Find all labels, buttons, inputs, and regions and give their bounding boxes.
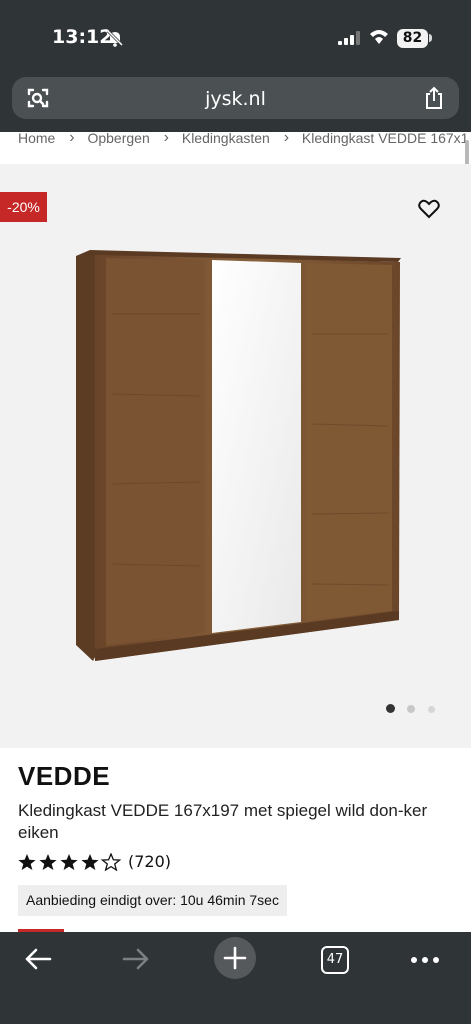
breadcrumb-home[interactable]: Home [18,130,55,146]
status-time: 13:12 [52,26,113,48]
carousel-dot[interactable] [428,706,435,713]
plus-icon[interactable] [213,936,257,980]
breadcrumb: Home › Opbergen › Kledingkasten › Kledin… [18,130,471,164]
review-count[interactable]: (720) [128,852,171,871]
address-bar[interactable]: jysk.nl [12,77,459,119]
share-icon[interactable] [424,86,444,110]
battery-indicator: 82 [397,29,428,48]
discount-badge: -20% [0,192,47,222]
browser-bottom-toolbar [0,932,471,1024]
product-image-gallery[interactable] [0,164,471,748]
product-brand: VEDDE [18,761,111,791]
more-icon[interactable] [410,956,440,964]
product-title: Kledingkast VEDDE 167x197 met spiegel wi… [18,801,428,842]
star-rating [18,853,122,871]
carousel-dot[interactable] [407,705,415,713]
tabs-icon[interactable]: 47 [321,946,349,974]
chevron-right-icon: › [163,130,169,146]
bell-slash-icon [106,29,124,47]
back-arrow-icon[interactable] [24,948,52,970]
browser-top-chrome: 13:12 82 jysk.nl [0,0,471,132]
battery-tip [429,34,432,42]
forward-arrow-icon[interactable] [122,948,150,970]
star-icon [18,854,99,870]
breadcrumb-current: Kledingkast VEDDE 167x1 [301,130,469,146]
chevron-right-icon: › [69,130,75,146]
breadcrumb-opbergen[interactable]: Opbergen [87,130,149,146]
wifi-icon [370,30,388,44]
signal-icon [338,31,360,45]
breadcrumb-kledingkasten[interactable]: Kledingkasten [182,130,270,146]
heart-icon[interactable] [418,199,440,219]
offer-countdown: Aanbieding eindigt over: 10u 46min 7sec [18,885,287,916]
carousel-dot-active[interactable] [386,704,395,713]
chevron-right-icon: › [283,130,290,146]
url-text: jysk.nl [205,88,266,110]
wardrobe-product-image [76,250,401,661]
